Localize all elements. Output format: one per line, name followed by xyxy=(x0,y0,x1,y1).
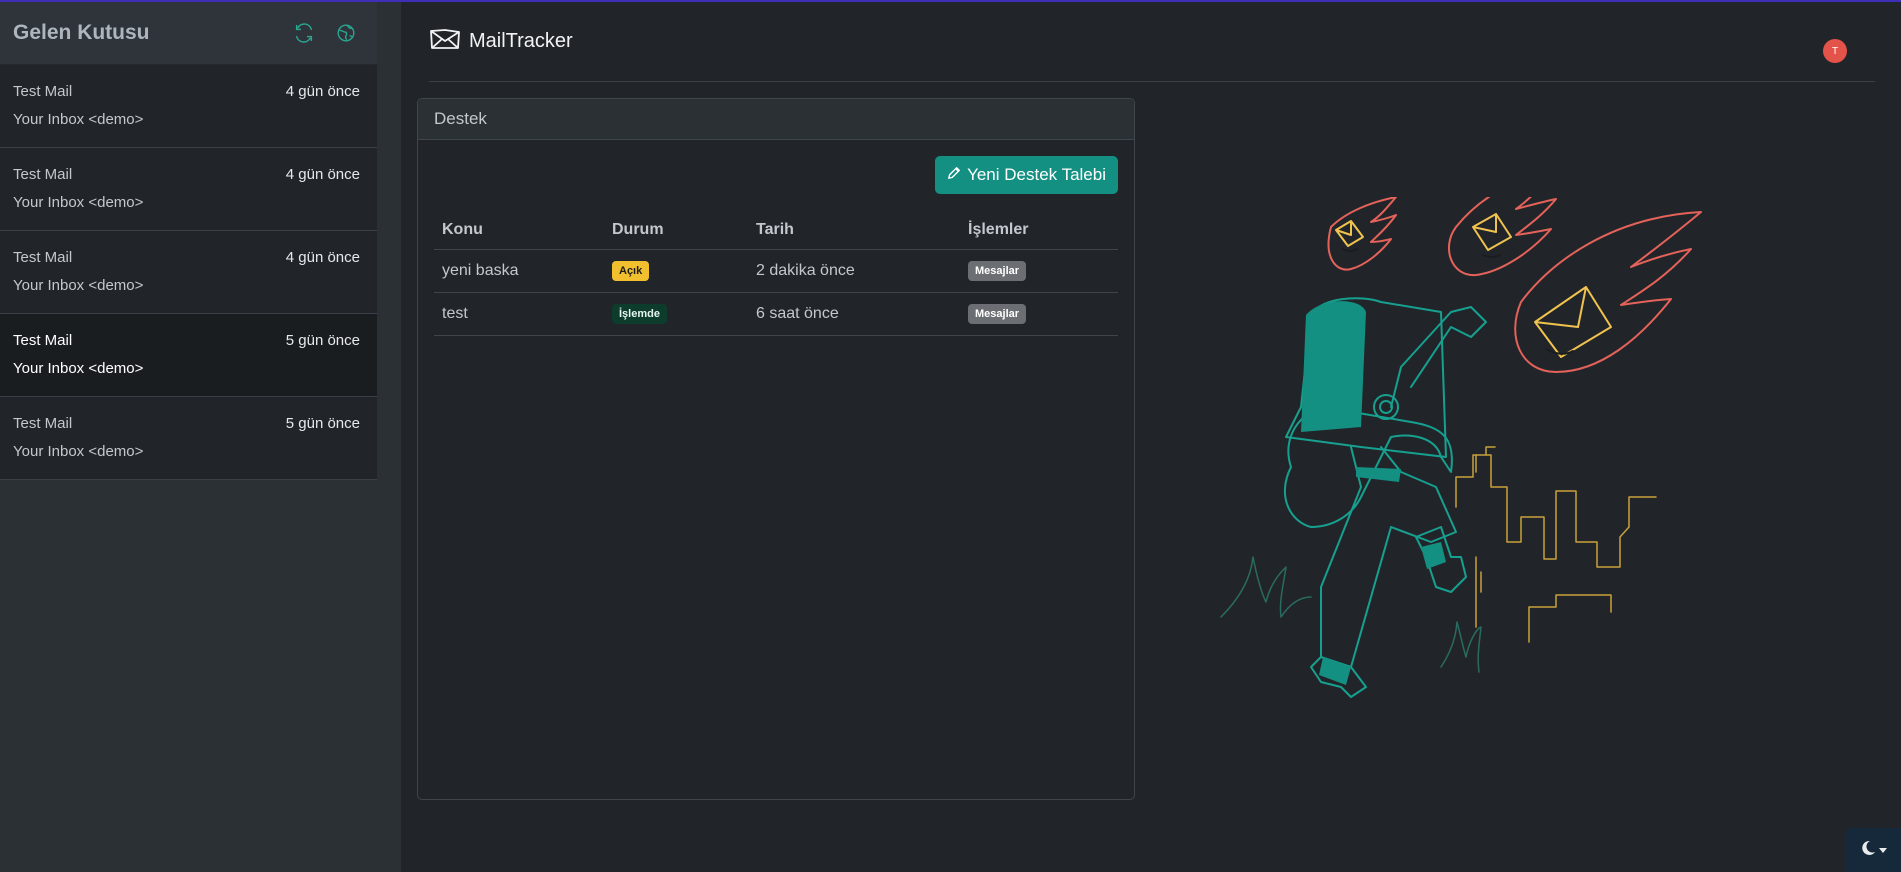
table-row: yeni baska Açık 2 dakika önce Mesajlar xyxy=(434,249,1118,293)
mail-item[interactable]: Test Mail 4 gün önce Your Inbox <demo> xyxy=(0,65,377,148)
col-subject: Konu xyxy=(434,211,604,250)
globe-icon[interactable] xyxy=(335,22,357,44)
card-title: Destek xyxy=(418,99,1134,140)
sidebar: Gelen Kutusu Test Mail 4 gün önce Your I… xyxy=(0,2,377,872)
brand-name: MailTracker xyxy=(469,30,573,52)
mail-subject: Test Mail xyxy=(13,166,73,183)
col-status: Durum xyxy=(604,211,748,250)
ticket-subject: test xyxy=(434,292,604,336)
top-navbar: MailTracker T xyxy=(429,2,1875,82)
status-badge: Açık xyxy=(612,260,650,281)
tickets-table: Konu Durum Tarih İşlemler yeni baska Açı… xyxy=(434,211,1118,336)
status-badge: İşlemde xyxy=(612,303,667,324)
mail-subject: Test Mail xyxy=(13,332,73,349)
mail-subject: Test Mail xyxy=(13,83,73,100)
mail-from: Your Inbox <demo> xyxy=(13,443,144,460)
mail-from: Your Inbox <demo> xyxy=(13,360,144,377)
mail-subject: Test Mail xyxy=(13,415,73,432)
ticket-date: 2 dakika önce xyxy=(748,249,960,293)
ticket-subject: yeni baska xyxy=(434,249,604,293)
moon-icon xyxy=(1860,840,1876,861)
theme-toggle-button[interactable] xyxy=(1845,828,1901,872)
new-ticket-button[interactable]: Yeni Destek Talebi xyxy=(935,156,1118,194)
mail-time: 4 gün önce xyxy=(285,166,360,183)
sidebar-gutter xyxy=(377,2,401,872)
col-date: Tarih xyxy=(748,211,960,250)
mail-item-selected[interactable]: Test Mail 5 gün önce Your Inbox <demo> xyxy=(0,314,377,397)
mail-time: 4 gün önce xyxy=(285,83,360,100)
ticket-date: 6 saat önce xyxy=(748,292,960,336)
avatar[interactable]: T xyxy=(1823,39,1847,63)
mail-time: 4 gün önce xyxy=(285,249,360,266)
mail-time: 5 gün önce xyxy=(285,332,360,349)
mail-item[interactable]: Test Mail 4 gün önce Your Inbox <demo> xyxy=(0,231,377,314)
messages-button[interactable]: Mesajlar xyxy=(968,260,1027,281)
mail-runner-illustration xyxy=(1211,171,1811,712)
support-card: Destek Yeni Destek Talebi Konu Durum Tar… xyxy=(417,98,1135,800)
mail-from: Your Inbox <demo> xyxy=(13,194,144,211)
caret-down-icon xyxy=(1878,841,1887,859)
mail-list: Test Mail 4 gün önce Your Inbox <demo> T… xyxy=(0,65,377,480)
pencil-icon xyxy=(947,165,961,185)
envelope-icon xyxy=(429,27,461,56)
col-actions: İşlemler xyxy=(960,211,1118,250)
sidebar-header: Gelen Kutusu xyxy=(0,2,377,65)
new-ticket-label: Yeni Destek Talebi xyxy=(967,165,1106,184)
main-content: MailTracker T Destek Yeni Destek Talebi xyxy=(401,2,1901,872)
table-row: test İşlemde 6 saat önce Mesajlar xyxy=(434,292,1118,336)
sidebar-title: Gelen Kutusu xyxy=(13,21,150,44)
mail-from: Your Inbox <demo> xyxy=(13,277,144,294)
brand[interactable]: MailTracker xyxy=(429,27,573,56)
mail-from: Your Inbox <demo> xyxy=(13,111,144,128)
refresh-icon[interactable] xyxy=(293,22,315,44)
mail-item[interactable]: Test Mail 4 gün önce Your Inbox <demo> xyxy=(0,148,377,231)
mail-item[interactable]: Test Mail 5 gün önce Your Inbox <demo> xyxy=(0,397,377,480)
messages-button[interactable]: Mesajlar xyxy=(968,303,1027,324)
mail-subject: Test Mail xyxy=(13,249,73,266)
mail-time: 5 gün önce xyxy=(285,415,360,432)
